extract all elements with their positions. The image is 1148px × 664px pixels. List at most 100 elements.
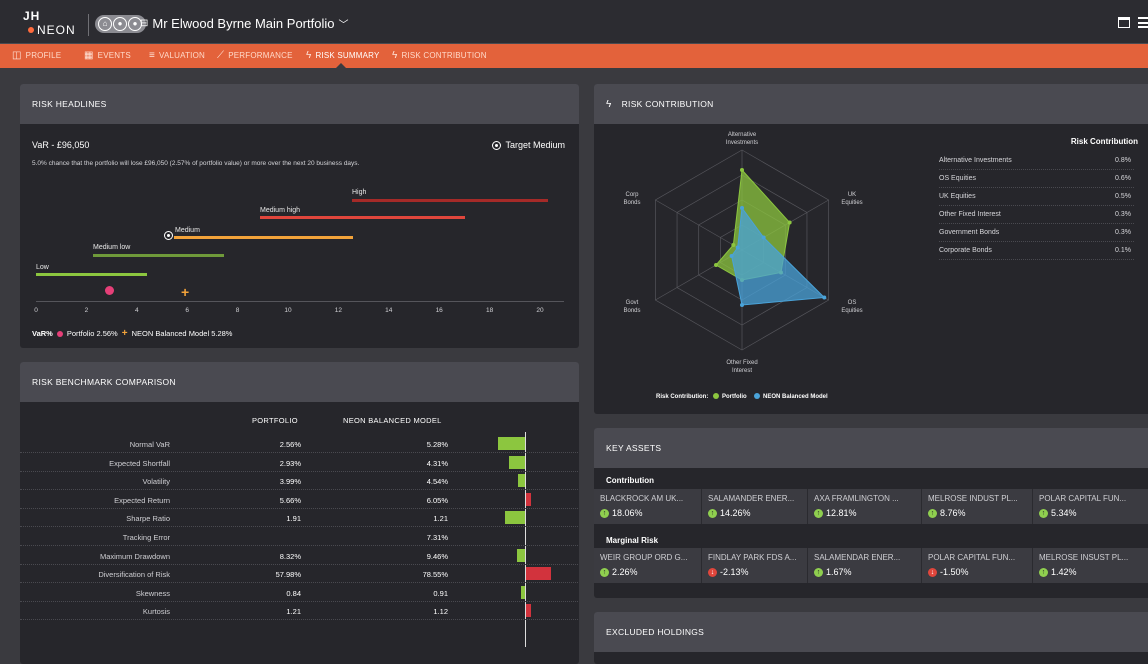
asset-card[interactable]: AXA FRAMLINGTON ... ↑ 12.81% — [808, 489, 922, 524]
model-value: 1.21 — [433, 514, 448, 524]
band-label-medium-low: Medium low — [93, 244, 131, 251]
asset-card[interactable]: SALAMANDER ENER... ↑ 14.26% — [702, 489, 808, 524]
portfolio-selector[interactable]: ⊟ Mr Elwood Byrne Main Portfolio ﹀ — [140, 16, 348, 31]
model-value: 7.31% — [426, 533, 448, 542]
portfolio-value: 57.98% — [275, 570, 301, 580]
table-row: Skewness 0.84 0.91 — [20, 584, 579, 602]
band-medium-low — [93, 254, 224, 257]
calendar-icon: ▦ — [84, 50, 94, 61]
profile-icon: ◫ — [12, 50, 22, 61]
asset-value: ↑ 1.42% — [1039, 567, 1077, 577]
arrow-up-icon: ↑ — [814, 508, 823, 518]
x-axis — [36, 301, 564, 302]
arrow-up-icon: ↑ — [600, 567, 609, 577]
asset-class-value: 0.3% — [1115, 211, 1131, 218]
asset-name: SALAMANDER ENER... — [708, 494, 795, 503]
asset-class-value: 0.5% — [1115, 193, 1131, 200]
briefcase-icon: ⊟ — [140, 18, 149, 29]
menu-icon[interactable] — [1138, 17, 1148, 28]
table-row: Kurtosis 1.21 1.12 — [20, 602, 579, 621]
tab-valuation[interactable]: ≡ VALUATION — [149, 44, 205, 68]
portfolio-value: 2.56% — [279, 440, 301, 449]
asset-class-name: OS Equities — [939, 175, 976, 182]
asset-percent: 1.67% — [826, 567, 852, 577]
panel-title: KEY ASSETS — [594, 428, 1148, 468]
tab-label: VALUATION — [159, 51, 206, 60]
asset-card[interactable]: SALAMENDAR ENER... ↑ 1.67% — [808, 548, 922, 583]
radar-label-investments: Investments — [726, 140, 758, 146]
asset-card[interactable]: WEIR GROUP ORD G... ↑ 2.26% — [594, 548, 702, 583]
radar-legend-portfolio: Portfolio — [722, 394, 747, 400]
risk-summary-icon: ϟ — [306, 50, 312, 61]
tab-label: RISK SUMMARY — [315, 51, 380, 60]
asset-card[interactable]: MELROSE INDUST PL... ↑ 8.76% — [922, 489, 1033, 524]
tab-risk-contribution[interactable]: ϟ RISK CONTRIBUTION — [392, 44, 487, 68]
difference-bar — [518, 474, 525, 488]
metric-label: Diversification of Risk — [98, 570, 170, 580]
panel-title: RISK HEADLINES — [20, 84, 579, 124]
radar-label-govt: Govt — [626, 300, 639, 306]
legend-portfolio: Portfolio 2.56% — [66, 329, 118, 338]
x-tick-label: 12 — [334, 307, 343, 314]
home-icon: ⌂ — [98, 17, 112, 31]
arrow-up-icon: ↑ — [1039, 567, 1048, 577]
asset-card[interactable]: MELROSE INSUST PL... ↑ 1.42% — [1033, 548, 1148, 583]
risk-contribution-panel: ϟ RISK CONTRIBUTION Alternative Investmen… — [594, 84, 1148, 414]
portfolio-legend-dot — [56, 330, 63, 337]
asset-card[interactable]: FINDLAY PARK FDS A... ↓ -2.13% — [702, 548, 808, 583]
col-portfolio: PORTFOLIO — [252, 416, 298, 425]
asset-name: AXA FRAMLINGTON ... — [814, 494, 899, 503]
arrow-up-icon: ↑ — [928, 508, 937, 518]
table-row: Expected Shortfall 2.93% 4.31% — [20, 454, 579, 472]
marginal-risk-strip: WEIR GROUP ORD G... ↑ 2.26% FINDLAY PARK FD… — [594, 548, 1148, 583]
asset-value: ↑ 2.26% — [600, 567, 638, 577]
tab-label: PERFORMANCE — [228, 51, 293, 60]
client-avatars[interactable]: ⌂ ● ● — [95, 15, 146, 33]
asset-card[interactable]: POLAR CAPITAL FUN... ↑ 5.34% — [1033, 489, 1148, 524]
var-legend: VaR% Portfolio 2.56% + NEON Balanced Mod… — [32, 328, 232, 339]
list-item: OS Equities 0.6% — [939, 170, 1134, 188]
main-nav: ◫ PROFILE ▦ EVENTS ≡ VALUATION ⟋ PERFORMANCE… — [0, 44, 1148, 104]
table-row: Normal VaR 2.56% 5.28% — [20, 435, 579, 453]
radar-point — [740, 206, 744, 210]
arrow-up-icon: ↑ — [814, 567, 823, 577]
x-tick-label: 4 — [134, 307, 139, 314]
arrow-up-icon: ↑ — [708, 508, 717, 518]
x-tick-label: 16 — [435, 307, 443, 314]
asset-value: ↑ 8.76% — [928, 508, 966, 518]
panel-title: EXCLUDED HOLDINGS — [594, 612, 1148, 652]
asset-value: ↑ 14.26% — [708, 508, 751, 518]
asset-name: WEIR GROUP ORD G... — [600, 553, 688, 562]
radar-point — [740, 168, 744, 172]
tab-label: PROFILE — [25, 51, 62, 60]
calendar-icon[interactable] — [1118, 17, 1130, 28]
neon-logo[interactable]: JH NEON — [23, 10, 85, 37]
metric-label: Normal VaR — [129, 440, 170, 449]
x-tick-label: 6 — [185, 307, 189, 314]
radar-label-other-fixed: Other Fixed — [726, 360, 757, 366]
col-model: NEON BALANCED MODEL — [343, 416, 442, 425]
tab-profile[interactable]: ◫ PROFILE — [12, 44, 61, 68]
asset-card[interactable]: POLAR CAPITAL FUN... ↓ -1.50% — [922, 548, 1033, 583]
asset-class-name: Alternative Investments — [939, 157, 1012, 164]
model-value: 78.55% — [422, 570, 448, 580]
band-label-low: Low — [36, 264, 49, 271]
tab-label: RISK CONTRIBUTION — [401, 51, 487, 60]
band-high — [352, 199, 548, 202]
difference-bar — [498, 437, 525, 450]
portfolio-value: 1.21 — [286, 607, 301, 617]
x-tick-label: 0 — [34, 307, 38, 314]
risk-contribution-icon: ϟ — [392, 50, 398, 61]
band-medium-high — [260, 216, 465, 219]
difference-bar — [526, 492, 532, 506]
radar-legend-model: NEON Balanced Model — [763, 394, 828, 400]
portfolio-value: 1.91 — [286, 514, 301, 524]
tab-performance[interactable]: ⟋ PERFORMANCE — [217, 44, 293, 68]
asset-value: ↑ 5.34% — [1039, 508, 1077, 518]
arrow-down-icon: ↓ — [708, 567, 717, 577]
asset-name: SALAMENDAR ENER... — [814, 553, 901, 562]
asset-card[interactable]: BLACKROCK AM UK... ↑ 18.06% — [594, 489, 702, 524]
metric-label: Tracking Error — [122, 533, 170, 542]
tab-events[interactable]: ▦ EVENTS — [84, 44, 131, 68]
asset-value: ↓ -1.50% — [928, 567, 969, 577]
